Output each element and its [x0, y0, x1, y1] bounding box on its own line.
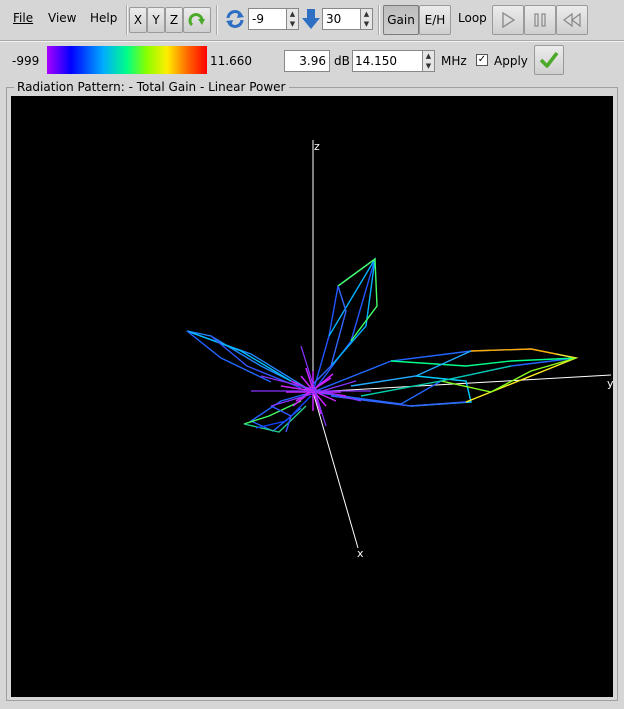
rotate-button[interactable]: [183, 7, 211, 33]
frequency-value: 14.150: [355, 54, 397, 68]
toolbar-divider: [0, 40, 624, 42]
y-axis: [312, 374, 612, 393]
view-x-button[interactable]: X: [129, 7, 147, 33]
frame-title: Radiation Pattern: - Total Gain - Linear…: [14, 80, 289, 94]
rotate-icon: [188, 13, 205, 27]
spin-down-icon[interactable]: ▼: [287, 19, 298, 29]
toolbar-separator: [216, 5, 218, 35]
rewind-button[interactable]: [556, 5, 588, 35]
view-menu-label: View: [48, 11, 77, 25]
eh-label: E/H: [424, 13, 446, 27]
view-z-label: Z: [169, 13, 179, 27]
play-button[interactable]: [492, 5, 524, 35]
spin-up-icon[interactable]: ▲: [361, 9, 372, 19]
radiation-lobes: [186, 257, 579, 433]
tilt-angle-value: 30: [326, 12, 342, 26]
frequency-spinner[interactable]: 14.150 ▲ ▼: [352, 50, 435, 72]
apply-checkbox[interactable]: ✓: [476, 54, 488, 66]
gain-unit-label: dB: [334, 54, 350, 68]
help-menu[interactable]: Help: [90, 11, 117, 25]
pause-button[interactable]: [524, 5, 556, 35]
file-menu-label: File: [13, 11, 34, 25]
radiation-pattern-canvas[interactable]: z y x: [11, 96, 613, 697]
file-menu[interactable]: File: [13, 11, 33, 25]
loop-label: Loop: [458, 11, 487, 25]
spinner-arrows[interactable]: ▲ ▼: [422, 51, 434, 71]
frequency-unit-label: MHz: [441, 54, 467, 68]
color-scale-bar: [47, 46, 207, 74]
gain-toggle[interactable]: Gain: [383, 5, 419, 35]
gain-value-field[interactable]: 3.96: [284, 50, 330, 72]
play-icon: [502, 12, 516, 28]
spinner-arrows[interactable]: ▲ ▼: [360, 9, 372, 29]
view-x-label: X: [133, 13, 143, 27]
spin-down-icon[interactable]: ▼: [361, 19, 372, 29]
view-y-label: Y: [152, 13, 160, 27]
view-y-button[interactable]: Y: [147, 7, 165, 33]
apply-button[interactable]: [534, 45, 564, 75]
x-axis: [312, 391, 359, 549]
rewind-icon: [563, 12, 581, 28]
checkmark-icon: [539, 51, 559, 68]
gain-label: Gain: [387, 13, 415, 27]
y-axis-label: y: [607, 377, 613, 390]
help-menu-label: Help: [90, 11, 118, 25]
down-arrow-icon[interactable]: [301, 8, 321, 30]
scale-min-label: -999: [12, 54, 40, 68]
spinner-arrows[interactable]: ▲ ▼: [286, 9, 298, 29]
view-menu[interactable]: View: [48, 11, 76, 25]
spin-up-icon[interactable]: ▲: [423, 51, 434, 61]
rotate-angle-value: -9: [252, 12, 264, 26]
tilt-angle-spinner[interactable]: 30 ▲ ▼: [322, 8, 373, 30]
pause-icon: [534, 13, 546, 27]
toolbar-separator: [378, 5, 380, 35]
eh-toggle[interactable]: E/H: [419, 5, 451, 35]
rotate-angle-spinner[interactable]: -9 ▲ ▼: [248, 8, 299, 30]
apply-label: Apply: [494, 54, 528, 68]
radiation-pattern-plot: z y x: [186, 140, 613, 560]
spin-up-icon[interactable]: ▲: [287, 9, 298, 19]
scale-max-label: 11.660: [210, 54, 252, 68]
toolbar-separator: [126, 5, 128, 35]
view-z-button[interactable]: Z: [165, 7, 183, 33]
z-axis-label: z: [314, 140, 320, 153]
x-axis-label: x: [357, 547, 364, 560]
refresh-icon[interactable]: [224, 8, 246, 30]
spin-down-icon[interactable]: ▼: [423, 61, 434, 71]
